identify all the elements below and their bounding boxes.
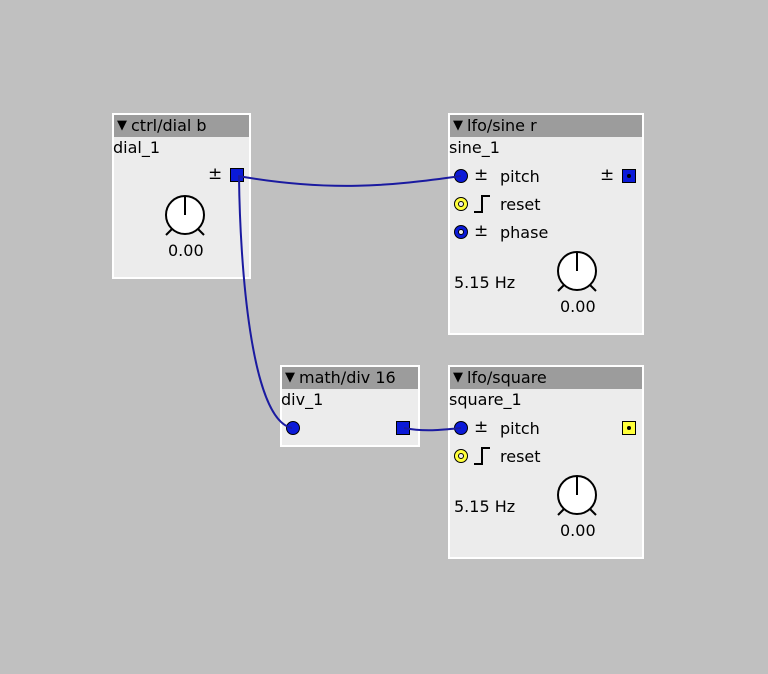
- collapse-arrow-icon[interactable]: ▼: [453, 367, 463, 389]
- pitch-knob-icon[interactable]: [553, 473, 601, 521]
- outlet-out[interactable]: [230, 168, 244, 182]
- outlet-wave[interactable]: [622, 169, 636, 183]
- inlet-label-reset: reset: [500, 195, 541, 214]
- square-node[interactable]: ▼ lfo/square square_1 ± pitch reset 5.15…: [448, 365, 644, 559]
- step-icon: [474, 447, 490, 465]
- bipolar-icon: ±: [600, 165, 615, 185]
- inlet-in[interactable]: [286, 421, 300, 435]
- node-header[interactable]: ▼ lfo/square: [450, 367, 642, 389]
- inlet-label-pitch: pitch: [500, 167, 540, 186]
- inlet-pitch[interactable]: [454, 169, 468, 183]
- frequency-readout: 5.15 Hz: [454, 273, 516, 292]
- bipolar-icon: ±: [474, 165, 489, 185]
- inlet-label-phase: phase: [500, 223, 549, 242]
- instance-name: div_1: [281, 390, 324, 409]
- dial-value: 0.00: [168, 241, 204, 260]
- frequency-readout: 5.15 Hz: [454, 497, 516, 516]
- inlet-reset[interactable]: [454, 197, 468, 211]
- node-type-label: lfo/sine r: [467, 116, 537, 135]
- outlet-wave[interactable]: [622, 421, 636, 435]
- inlet-label-reset: reset: [500, 447, 541, 466]
- bipolar-icon: ±: [474, 221, 489, 241]
- inlet-reset[interactable]: [454, 449, 468, 463]
- inlet-label-pitch: pitch: [500, 419, 540, 438]
- cable-dial-to-sine-pitch[interactable]: [237, 175, 462, 187]
- instance-name: sine_1: [449, 138, 500, 157]
- collapse-arrow-icon[interactable]: ▼: [285, 367, 295, 389]
- knob-value: 0.00: [560, 297, 596, 316]
- patch-cables: [237, 175, 462, 432]
- inlet-pitch[interactable]: [454, 421, 468, 435]
- node-header[interactable]: ▼ lfo/sine r: [450, 115, 642, 137]
- div-node[interactable]: ▼ math/div 16 div_1: [280, 365, 420, 447]
- collapse-arrow-icon[interactable]: ▼: [117, 115, 127, 137]
- step-icon: [474, 195, 490, 213]
- knob-value: 0.00: [560, 521, 596, 540]
- node-type-label: math/div 16: [299, 368, 396, 387]
- dial-node[interactable]: ▼ ctrl/dial b dial_1 ± 0.00: [112, 113, 251, 279]
- node-header[interactable]: ▼ ctrl/dial b: [114, 115, 249, 137]
- dial-knob-icon[interactable]: [161, 193, 209, 241]
- inlet-phase[interactable]: [454, 225, 468, 239]
- outlet-out[interactable]: [396, 421, 410, 435]
- bipolar-icon: ±: [474, 417, 489, 437]
- pitch-knob-icon[interactable]: [553, 249, 601, 297]
- node-type-label: lfo/square: [467, 368, 547, 387]
- sine-node[interactable]: ▼ lfo/sine r sine_1 ± pitch ± reset ± ph…: [448, 113, 644, 335]
- bipolar-icon: ±: [208, 164, 223, 184]
- collapse-arrow-icon[interactable]: ▼: [453, 115, 463, 137]
- node-header[interactable]: ▼ math/div 16: [282, 367, 418, 389]
- node-type-label: ctrl/dial b: [131, 116, 207, 135]
- instance-name: square_1: [449, 390, 522, 409]
- instance-name: dial_1: [113, 138, 161, 157]
